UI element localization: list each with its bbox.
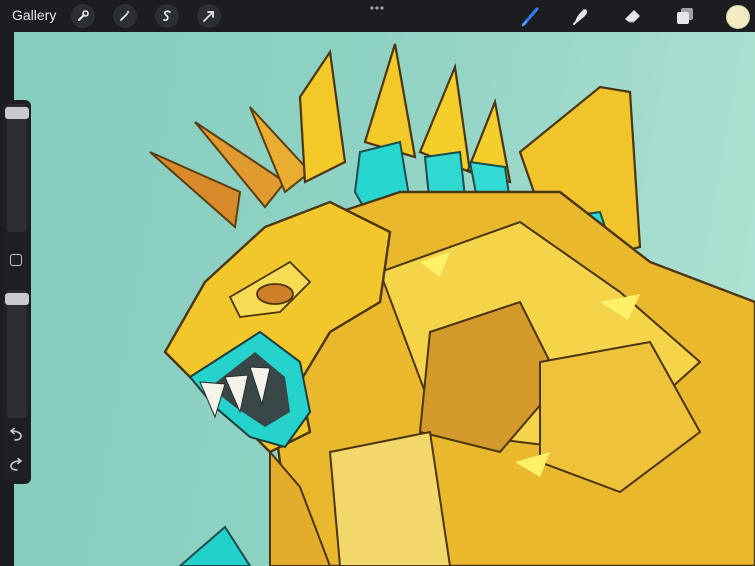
- brush-size-slider[interactable]: [7, 104, 27, 232]
- redo-icon[interactable]: [8, 458, 24, 472]
- color-picker-swatch[interactable]: [726, 5, 750, 29]
- artwork-illustration: [149, 43, 755, 566]
- undo-icon[interactable]: [8, 428, 24, 442]
- brush-icon[interactable]: [520, 5, 542, 27]
- selection-icon: [163, 10, 171, 21]
- top-toolbar: Gallery: [0, 0, 755, 32]
- more-options-icon[interactable]: [369, 4, 385, 12]
- transform-button[interactable]: [197, 4, 221, 28]
- gallery-button[interactable]: Gallery: [12, 7, 56, 23]
- opacity-handle[interactable]: [5, 293, 29, 305]
- transform-icon: [203, 11, 214, 22]
- wrench-icon: [78, 10, 89, 21]
- modify-square-icon[interactable]: [10, 254, 22, 266]
- smudge-icon[interactable]: [570, 5, 592, 27]
- drawing-canvas[interactable]: [0, 32, 755, 566]
- adjustments-button[interactable]: [113, 4, 137, 28]
- layers-icon[interactable]: [674, 5, 696, 27]
- magic-wand-icon: [120, 10, 131, 21]
- selection-button[interactable]: [155, 4, 179, 28]
- actions-button[interactable]: [71, 4, 95, 28]
- left-sidebar: [2, 100, 31, 484]
- opacity-slider[interactable]: [7, 290, 27, 418]
- eraser-icon[interactable]: [622, 5, 644, 27]
- brush-size-handle[interactable]: [5, 107, 29, 119]
